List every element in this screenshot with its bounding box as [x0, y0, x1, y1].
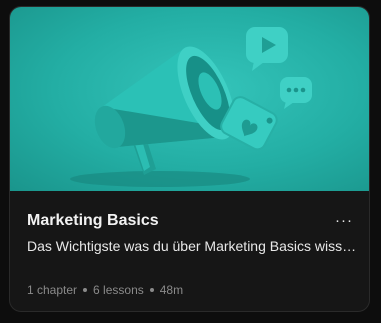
lesson-count: 6 lessons — [93, 283, 144, 297]
course-card[interactable]: Marketing Basics ··· Das Wichtigste was … — [9, 6, 370, 312]
separator-dot — [149, 288, 154, 292]
separator-dot — [83, 288, 88, 292]
course-title[interactable]: Marketing Basics — [27, 212, 159, 230]
megaphone-icon — [70, 27, 312, 187]
course-duration: 48m — [159, 283, 184, 297]
more-options-button[interactable]: ··· — [332, 211, 356, 231]
course-thumbnail[interactable] — [10, 7, 369, 191]
course-description: Das Wichtigste was du über Marketing Bas… — [27, 238, 357, 254]
chapter-count: 1 chapter — [27, 283, 78, 297]
course-meta: 1 chapter 6 lessons 48m — [27, 283, 183, 297]
